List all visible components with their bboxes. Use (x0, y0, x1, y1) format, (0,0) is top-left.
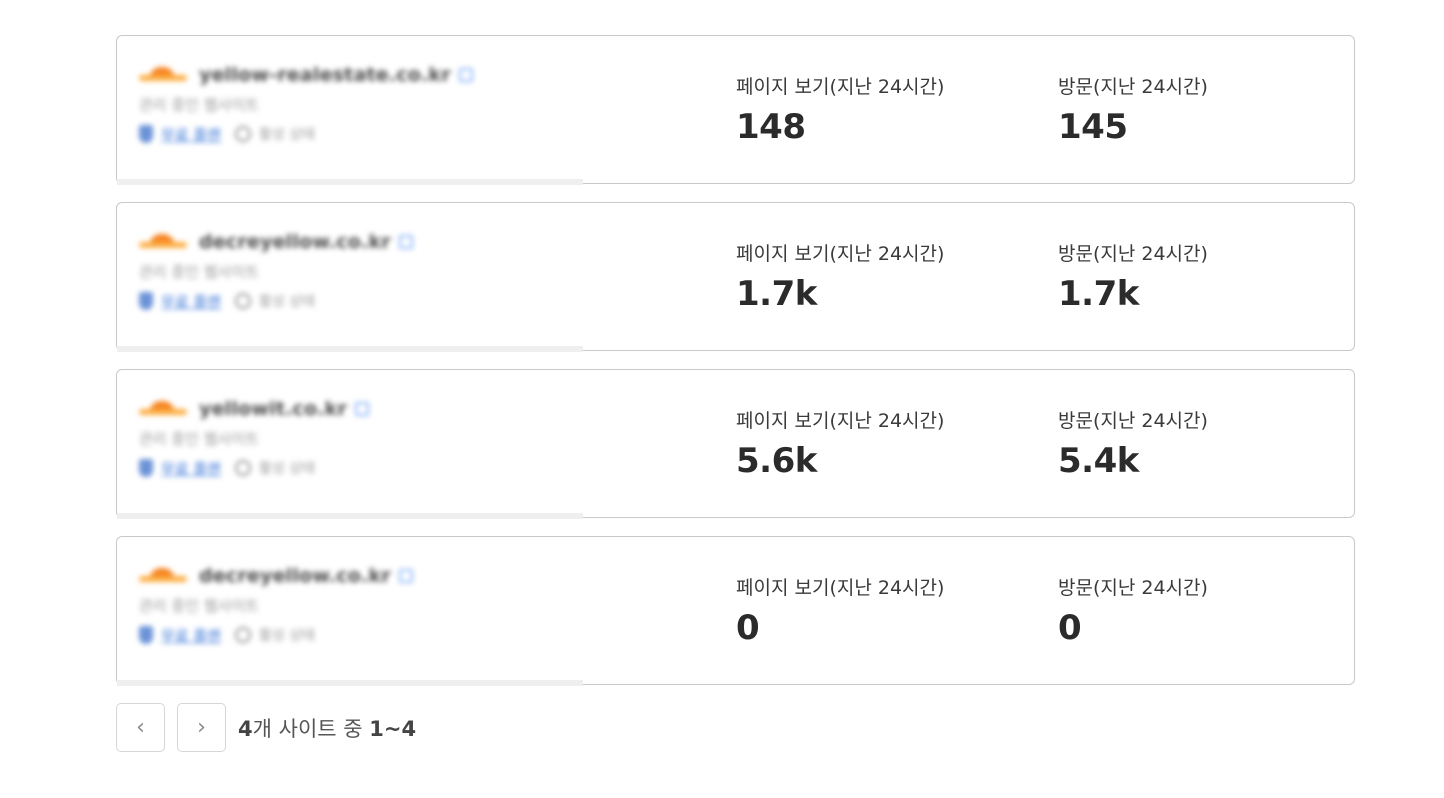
external-link-icon[interactable] (398, 569, 413, 583)
shield-icon (139, 459, 153, 477)
chevron-right-icon: › (197, 715, 206, 740)
site-meta: 무료 플랜 활성 상태 (139, 122, 579, 146)
site-meta: 무료 플랜 활성 상태 (139, 456, 579, 480)
plan-link[interactable]: 무료 플랜 (161, 124, 221, 145)
external-link-icon[interactable] (458, 68, 473, 82)
total-count: 4 (238, 716, 253, 741)
page-views-label: 페이지 보기(지난 24시간) (736, 76, 945, 98)
page-views-stat: 페이지 보기(지난 24시간) 148 (736, 72, 944, 147)
site-info: yellow-realestate.co.kr 관리 중인 웹사이트 무료 플랜… (139, 62, 579, 146)
card-divider (117, 179, 583, 185)
visits-stat: 방문(지난 24시간) 5.4k (1058, 406, 1208, 481)
visits-value: 145 (1058, 107, 1128, 147)
site-list: yellow-realestate.co.kr 관리 중인 웹사이트 무료 플랜… (116, 35, 1355, 703)
summary-text: 개 사이트 중 (252, 716, 370, 741)
site-meta: 무료 플랜 활성 상태 (139, 623, 579, 647)
shield-icon (139, 292, 153, 310)
plan-link[interactable]: 무료 플랜 (161, 625, 221, 646)
site-meta: 무료 플랜 활성 상태 (139, 289, 579, 313)
pagination: ‹ › 4개 사이트 중 1~4 (116, 703, 416, 752)
visits-value: 5.4k (1058, 441, 1139, 481)
visits-value: 0 (1058, 608, 1082, 648)
pagination-summary: 4개 사이트 중 1~4 (238, 713, 416, 743)
status-text: 활성 상태 (258, 461, 315, 477)
site-domain-link[interactable]: decreyellow.co.kr (199, 231, 391, 253)
shield-icon (139, 626, 153, 644)
next-page-button[interactable]: › (177, 703, 226, 752)
visits-stat: 방문(지난 24시간) 0 (1058, 573, 1208, 648)
domain-row: decreyellow.co.kr (139, 229, 579, 255)
card-divider (117, 346, 583, 352)
site-subtitle: 관리 중인 웹사이트 (139, 263, 259, 281)
page-views-label: 페이지 보기(지난 24시간) (736, 577, 945, 599)
visits-label: 방문(지난 24시간) (1058, 243, 1208, 265)
site-domain-link[interactable]: decreyellow.co.kr (199, 565, 391, 587)
page-views-value: 0 (736, 608, 760, 648)
status-text: 활성 상태 (258, 127, 315, 143)
plan-link[interactable]: 무료 플랜 (161, 291, 221, 312)
site-info: yellowit.co.kr 관리 중인 웹사이트 무료 플랜 활성 상태 (139, 396, 579, 480)
page-views-value: 1.7k (736, 274, 817, 314)
site-domain-link[interactable]: yellowit.co.kr (199, 398, 347, 420)
site-subtitle: 관리 중인 웹사이트 (139, 597, 259, 615)
shield-icon (139, 125, 153, 143)
external-link-icon[interactable] (355, 402, 370, 416)
status-text: 활성 상태 (258, 294, 315, 310)
page-views-value: 148 (736, 107, 806, 147)
plan-link[interactable]: 무료 플랜 (161, 458, 221, 479)
clock-icon (234, 293, 251, 309)
site-card[interactable]: decreyellow.co.kr 관리 중인 웹사이트 무료 플랜 활성 상태… (116, 536, 1355, 686)
site-subtitle: 관리 중인 웹사이트 (139, 430, 259, 448)
site-domain-link[interactable]: yellow-realestate.co.kr (199, 64, 451, 86)
visits-stat: 방문(지난 24시간) 1.7k (1058, 239, 1208, 314)
page-views-stat: 페이지 보기(지난 24시간) 1.7k (736, 239, 944, 314)
domain-row: yellow-realestate.co.kr (139, 62, 579, 88)
page-range: 1~4 (369, 716, 417, 741)
page-views-stat: 페이지 보기(지난 24시간) 0 (736, 573, 944, 648)
external-link-icon[interactable] (398, 235, 413, 249)
site-card[interactable]: decreyellow.co.kr 관리 중인 웹사이트 무료 플랜 활성 상태… (116, 202, 1355, 352)
prev-page-button[interactable]: ‹ (116, 703, 165, 752)
cloudflare-logo-icon (139, 401, 187, 417)
site-card[interactable]: yellowit.co.kr 관리 중인 웹사이트 무료 플랜 활성 상태 페이… (116, 369, 1355, 519)
cloudflare-logo-icon (139, 568, 187, 584)
site-card[interactable]: yellow-realestate.co.kr 관리 중인 웹사이트 무료 플랜… (116, 35, 1355, 185)
clock-icon (234, 460, 251, 476)
chevron-left-icon: ‹ (136, 715, 145, 740)
status-text: 활성 상태 (258, 628, 315, 644)
visits-value: 1.7k (1058, 274, 1139, 314)
clock-icon (234, 126, 251, 142)
page-views-label: 페이지 보기(지난 24시간) (736, 410, 945, 432)
page-views-label: 페이지 보기(지난 24시간) (736, 243, 945, 265)
page-views-value: 5.6k (736, 441, 817, 481)
page-views-stat: 페이지 보기(지난 24시간) 5.6k (736, 406, 944, 481)
domain-row: yellowit.co.kr (139, 396, 579, 422)
card-divider (117, 680, 583, 686)
cloudflare-logo-icon (139, 234, 187, 250)
clock-icon (234, 627, 251, 643)
domain-row: decreyellow.co.kr (139, 563, 579, 589)
visits-label: 방문(지난 24시간) (1058, 577, 1208, 599)
card-divider (117, 513, 583, 519)
visits-label: 방문(지난 24시간) (1058, 410, 1208, 432)
site-info: decreyellow.co.kr 관리 중인 웹사이트 무료 플랜 활성 상태 (139, 563, 579, 647)
site-subtitle: 관리 중인 웹사이트 (139, 96, 259, 114)
visits-stat: 방문(지난 24시간) 145 (1058, 72, 1208, 147)
visits-label: 방문(지난 24시간) (1058, 76, 1208, 98)
cloudflare-logo-icon (139, 67, 187, 83)
site-info: decreyellow.co.kr 관리 중인 웹사이트 무료 플랜 활성 상태 (139, 229, 579, 313)
